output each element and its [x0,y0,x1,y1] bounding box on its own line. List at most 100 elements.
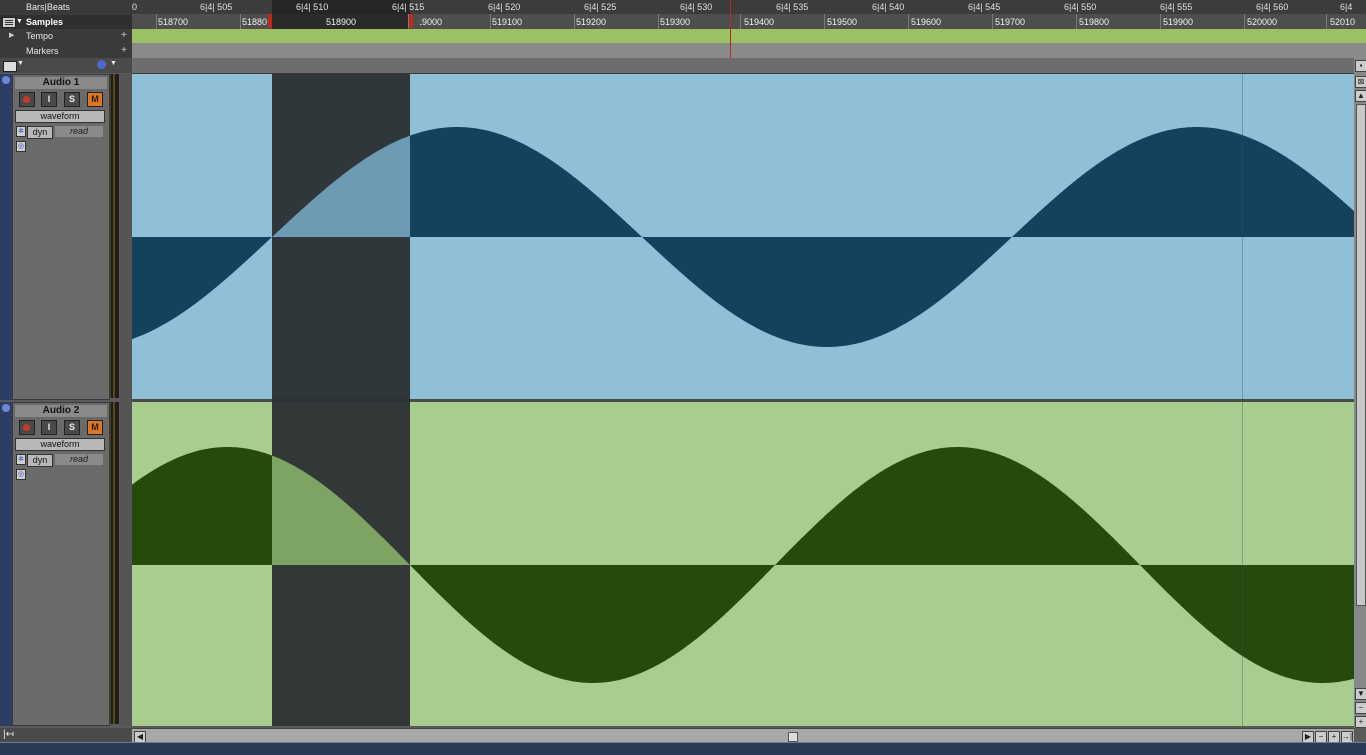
scroll-thumb[interactable] [1356,104,1366,606]
markers-ruler-label[interactable]: Markers + [0,44,132,58]
timebase-icon[interactable] [97,60,106,69]
track-header-audio-1[interactable]: Audio 1 I S M waveform ✲ dyn read ◎ [12,74,110,400]
bar-tick-label: 6|4| 525 [584,2,617,12]
track-area-gutter [120,74,132,726]
bar-tick-label: 6|4| 510 [296,2,329,12]
bar-tick-label: 6|4| 520 [488,2,521,12]
track-select-icon[interactable] [2,76,10,84]
sample-tick-label: 51880 [242,17,268,27]
chevron-down-icon[interactable]: ▼ [110,60,117,67]
mute-button[interactable]: M [87,92,103,107]
track-level-meter [110,402,119,724]
markers-ruler[interactable] [132,43,1366,58]
ruler-tick [740,14,741,29]
track-name[interactable]: Audio 2 [15,405,107,417]
ruler-selection-highlight [272,0,410,14]
samples-ruler-label[interactable]: ▼ Samples [0,15,132,29]
automation-icon[interactable]: ✲ [16,454,26,465]
bars-beats-ruler[interactable]: 0 6|4| 505 6|4| 510 6|4| 515 6|4| 520 6|… [132,0,1366,14]
markers-label: Markers [26,46,59,56]
timeline-header-strip [132,58,1366,74]
bar-tick-label: 6|4| 515 [392,2,425,12]
solo-button[interactable]: S [64,420,80,435]
triangle-right-icon[interactable]: ▶ [9,29,14,43]
sample-tick-label: 519000 [412,17,443,27]
zoom-out-button[interactable]: − [1355,702,1366,714]
ruler-tick [1076,14,1077,29]
timebase-icon[interactable]: ◎ [16,141,26,152]
ruler-tick [1326,14,1327,29]
track-view-selector[interactable]: waveform [15,110,105,123]
sample-tick-label: 519500 [827,17,858,27]
bar-tick-label: 6|4| 535 [776,2,809,12]
input-monitor-button[interactable]: I [41,92,57,107]
status-bar [0,742,1366,755]
track-height-icon[interactable]: ▪ [1355,60,1366,72]
grid-line [1242,74,1243,726]
track-select-icon[interactable] [2,404,10,412]
selection-overlay [272,74,410,726]
automation-mode-button[interactable]: dyn [27,454,53,467]
sample-tick-label: 519400 [744,17,775,27]
plus-icon[interactable]: + [121,44,127,58]
bars-beats-ruler-label[interactable]: Bars|Beats [0,0,132,14]
ruler-tick [908,14,909,29]
zoom-in-button[interactable]: + [1355,716,1366,728]
samples-ruler[interactable]: 518700 51880 518900 519000 519100 519200… [132,14,1366,29]
list-menu-icon[interactable] [2,17,16,28]
track-list-toolbar: ▼ ▼ [0,58,132,73]
automation-mode-button[interactable]: dyn [27,126,53,139]
automation-state-selector[interactable]: read [55,454,103,465]
zoom-icon[interactable]: ⊠ [1355,76,1366,88]
chevron-down-icon[interactable]: ▼ [17,60,24,67]
ruler-tick [658,14,659,29]
sample-tick-label: 519200 [576,17,607,27]
timeline-selection[interactable] [272,74,410,726]
horizontal-scrollbar[interactable]: ◀ ▶ − + →| [132,728,1354,743]
ruler-tick [1160,14,1161,29]
ruler-tick [490,14,491,29]
sample-tick-label: 519100 [492,17,523,27]
sample-tick-label: 518700 [158,17,189,27]
solo-button[interactable]: S [64,92,80,107]
samples-label: Samples [26,17,64,27]
sample-tick-label: 519300 [660,17,691,27]
selection-end-marker-icon[interactable] [409,14,413,28]
track-header-audio-2[interactable]: Audio 2 I S M waveform ✲ dyn read ◎ [12,402,110,726]
track-color-bar[interactable] [0,74,12,400]
bar-tick-label: 6|4| 560 [1256,2,1289,12]
track-name[interactable]: Audio 1 [15,77,107,89]
automation-state-selector[interactable]: read [55,126,103,137]
track-list-view-icon[interactable] [3,61,17,72]
track-view-selector[interactable]: waveform [15,438,105,451]
bar-tick-label: 6|4 [1340,2,1353,12]
record-enable-button[interactable] [19,420,35,435]
bars-beats-label: Bars|Beats [26,2,70,12]
ruler-tick [992,14,993,29]
ruler-tick [574,14,575,29]
sample-tick-label: 519800 [1079,17,1110,27]
bar-tick-label: 6|4| 555 [1160,2,1193,12]
tempo-ruler[interactable] [132,29,1366,43]
record-enable-button[interactable] [19,92,35,107]
bar-tick-label: 6|4| 545 [968,2,1001,12]
plus-icon[interactable]: + [121,29,127,43]
sample-tick-label: 52010 [1330,17,1356,27]
automation-icon[interactable]: ✲ [16,126,26,137]
tempo-ruler-label[interactable]: ▶ Tempo + [0,29,132,43]
scroll-up-button[interactable]: ▲ [1355,90,1366,102]
sample-tick-label: 520000 [1247,17,1278,27]
scroll-thumb[interactable] [788,732,798,742]
track-color-bar[interactable] [0,402,12,726]
selection-start-marker-icon[interactable] [268,14,272,28]
scroll-down-button[interactable]: ▼ [1355,688,1366,700]
bar-tick-label: 6|4| 550 [1064,2,1097,12]
mute-button[interactable]: M [87,420,103,435]
track-list-toggle-icon[interactable]: |↤ [3,729,14,740]
chevron-down-icon[interactable]: ▼ [16,15,23,29]
timebase-icon[interactable]: ◎ [16,469,26,480]
track-level-meter [110,74,119,398]
bottom-left-toolbar: |↤ [0,728,132,742]
vertical-scrollbar[interactable]: ▪ ⊠ ▲ ▼ − + [1354,58,1366,728]
input-monitor-button[interactable]: I [41,420,57,435]
